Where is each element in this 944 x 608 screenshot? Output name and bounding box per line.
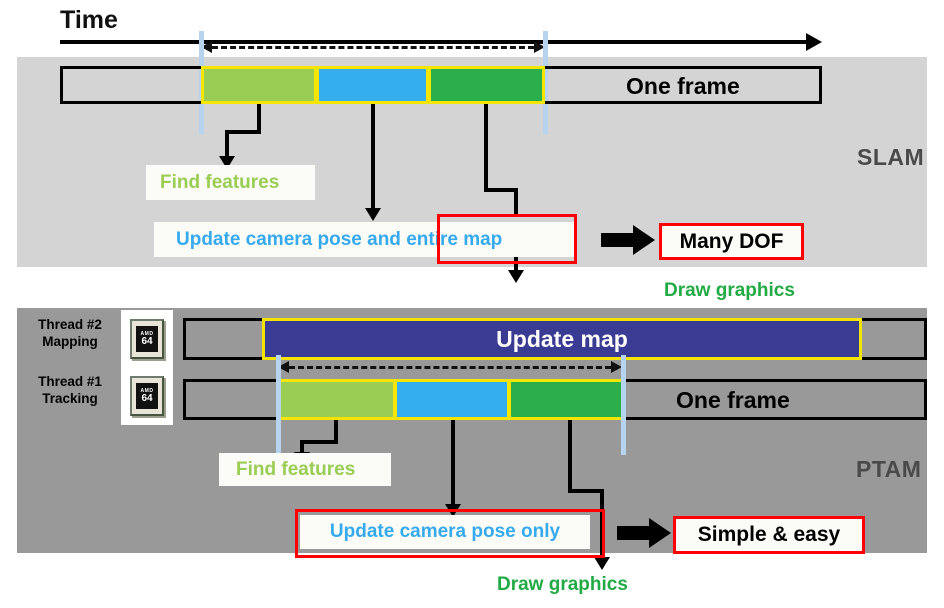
time-axis-arrowhead (806, 33, 822, 51)
ptam-connector-update-pose-vertical (451, 420, 455, 510)
ptam-result-arrow-shaft (617, 526, 651, 540)
ptam-panel-title: PTAM (856, 456, 922, 482)
ptam-connector-draw-graphics-arrowhead (594, 557, 610, 570)
ptam-connector-find-features-horizontal (300, 440, 338, 444)
ptam-result-text: Simple & easy (697, 523, 841, 546)
thread-1-label: Thread #1 Tracking (22, 374, 118, 408)
slam-entire-map-highlight-box (437, 214, 577, 264)
slam-result-arrow-head (633, 225, 655, 255)
slam-find-features-text: Find features (160, 171, 280, 193)
ptam-callout-find-features: Find features (219, 453, 391, 486)
slam-connector-entire-map-horizontal (484, 188, 518, 192)
slam-connector-find-features-horizontal (225, 130, 261, 134)
ptam-segment-find-features (278, 379, 396, 420)
slam-connector-draw-graphics-arrowhead (508, 270, 524, 283)
thread-2-line1: Thread #2 (38, 317, 102, 332)
slam-result-text: Many DOF (679, 229, 784, 253)
cpu-chip-core-2: AMD 64 (136, 383, 158, 409)
cpu-chip-model-2: 64 (141, 392, 153, 404)
ptam-result-block-arrow (617, 518, 673, 548)
ptam-segment-draw-graphics (508, 379, 624, 420)
slam-callout-find-features: Find features (146, 165, 315, 200)
ptam-find-features-text: Find features (236, 458, 356, 480)
ptam-update-map-bar: Update map (262, 318, 862, 360)
slam-connector-entire-map-vertical-bottom (514, 188, 518, 216)
slam-segment-find-features (201, 66, 317, 104)
slam-draw-graphics-label: Draw graphics (664, 280, 795, 301)
thread-2-label: Thread #2 Mapping (22, 317, 118, 351)
slam-frame-label: One frame (626, 73, 740, 99)
ptam-segment-update-pose (394, 379, 510, 420)
cpu-chip-icon-2: AMD 64 (121, 367, 173, 425)
slam-segment-update-pose (316, 66, 429, 104)
slam-segment-update-map (428, 66, 545, 104)
slam-connector-update-pose-vertical (371, 104, 375, 214)
cpu-chip-model: 64 (141, 335, 153, 347)
cpu-chip-body: AMD 64 (130, 319, 164, 359)
slam-result-block-arrow (601, 225, 657, 255)
ptam-draw-graphics-label: Draw graphics (497, 574, 628, 595)
slam-connector-update-pose-arrowhead (365, 208, 381, 221)
ptam-result-arrow-head (649, 518, 671, 548)
ptam-guide-right (621, 355, 626, 455)
ptam-update-pose-highlight-box (295, 509, 605, 558)
ptam-frame-span-dashed-line (289, 366, 611, 369)
time-axis-line (60, 40, 808, 44)
thread-1-line2: Tracking (42, 390, 98, 406)
ptam-result-badge: Simple & easy (673, 516, 865, 554)
slam-connector-find-features-vertical-bottom (225, 130, 229, 158)
cpu-chip-body-2: AMD 64 (130, 376, 164, 416)
cpu-chip-icon: AMD 64 (121, 310, 173, 368)
slam-result-arrow-shaft (601, 233, 635, 247)
slam-panel-title: SLAM (857, 144, 925, 170)
thread-1-line1: Thread #1 (38, 374, 102, 389)
ptam-connector-draw-graphics-horizontal (568, 489, 604, 493)
cpu-chip-core: AMD 64 (136, 326, 158, 352)
ptam-connector-draw-graphics-vertical-top (568, 420, 572, 493)
ptam-guide-left (276, 355, 281, 455)
diagram-canvas: Time One frame SLAM Find features Update… (0, 0, 944, 608)
ptam-update-map-label: Update map (496, 325, 628, 352)
ptam-frame-label: One frame (676, 387, 790, 413)
slam-connector-entire-map-vertical-top (484, 104, 488, 192)
thread-2-line2: Mapping (42, 333, 98, 349)
time-axis-label: Time (60, 6, 118, 34)
slam-result-badge: Many DOF (659, 223, 804, 260)
slam-frame-span-dashed-line (212, 46, 534, 49)
